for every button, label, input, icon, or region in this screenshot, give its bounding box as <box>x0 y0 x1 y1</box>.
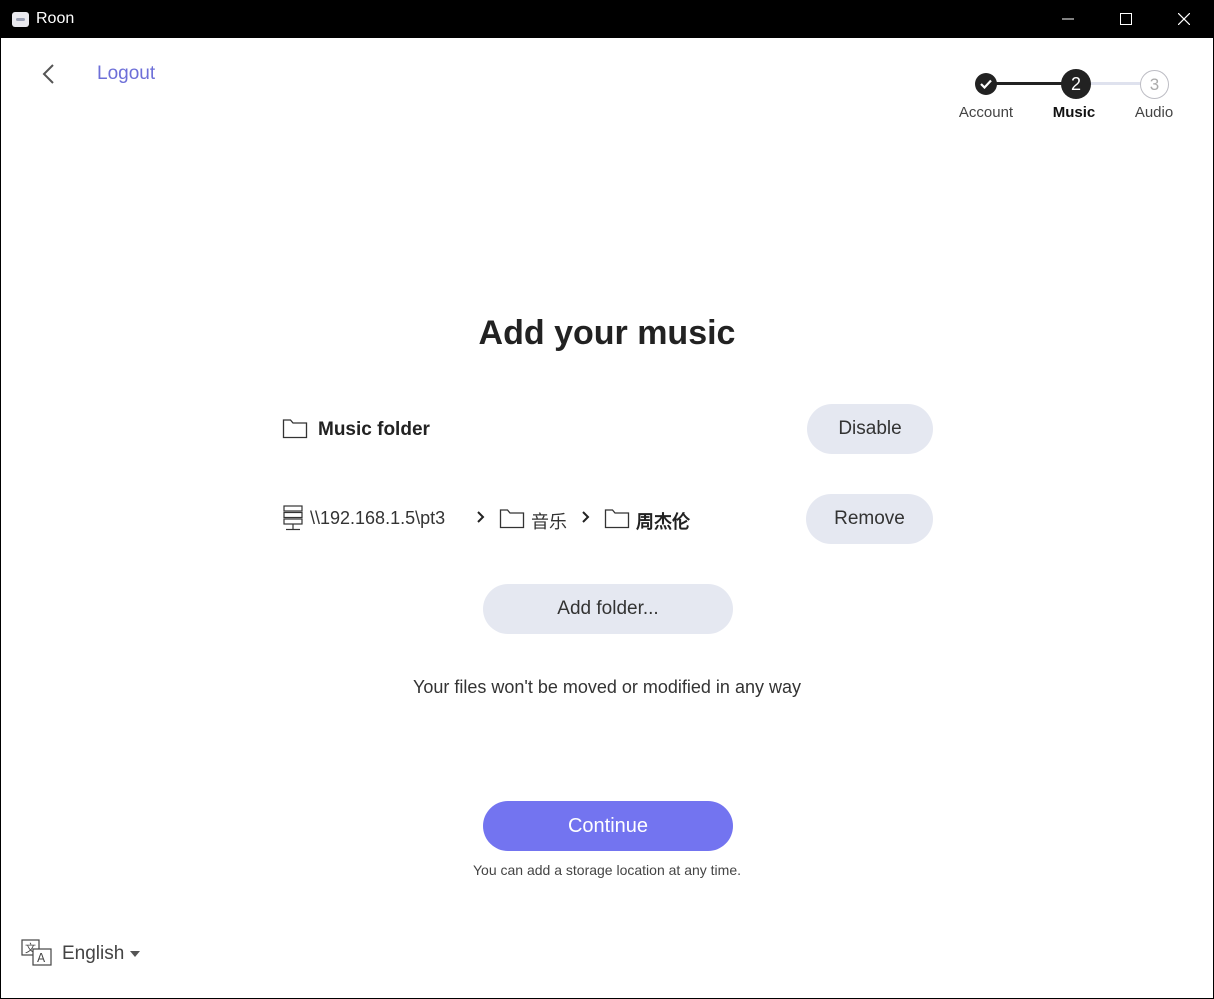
chevron-right-icon <box>477 511 485 523</box>
remove-button[interactable]: Remove <box>806 494 933 544</box>
storage-note: You can add a storage location at any ti… <box>473 862 741 878</box>
folder-icon <box>282 419 308 439</box>
minimize-button[interactable] <box>1039 1 1097 38</box>
stepper-line-done <box>988 82 1063 85</box>
language-selector[interactable]: English <box>62 943 124 965</box>
step-audio-dot: 3 <box>1140 70 1169 99</box>
roon-app-icon <box>12 12 29 27</box>
svg-text:A: A <box>37 951 46 965</box>
folder-icon <box>604 509 630 529</box>
network-drive-icon <box>283 505 303 531</box>
back-button[interactable] <box>37 61 63 87</box>
music-folder-row <box>282 417 308 443</box>
network-path-label: \\192.168.1.5\pt3 <box>310 508 446 528</box>
page-title: Add your music <box>478 314 736 352</box>
logout-link[interactable]: Logout <box>97 63 155 85</box>
path-folder-music-label: 音乐 <box>531 512 567 532</box>
continue-button[interactable]: Continue <box>483 801 733 851</box>
close-icon <box>1178 13 1190 25</box>
app-window: Roon Logout 2 3 Account Music Audio Add … <box>0 0 1214 999</box>
translate-icon: 文 A <box>21 939 52 966</box>
checkmark-icon <box>980 79 992 89</box>
disable-button[interactable]: Disable <box>807 404 933 454</box>
setup-stepper: 2 3 Account Music Audio <box>951 69 1191 131</box>
files-note: Your files won't be moved or modified in… <box>413 677 801 697</box>
step-account-label: Account <box>958 104 1014 121</box>
caret-down-icon[interactable] <box>130 951 140 957</box>
network-path-row: \\192.168.1.5\pt3 音乐 周杰伦 <box>281 505 781 533</box>
maximize-button[interactable] <box>1097 1 1155 38</box>
step-music-label: Music <box>1052 104 1096 121</box>
title-bar: Roon <box>1 1 1213 38</box>
step-music-dot: 2 <box>1061 69 1091 99</box>
close-button[interactable] <box>1155 1 1213 38</box>
add-folder-button[interactable]: Add folder... <box>483 584 733 634</box>
folder-icon <box>499 509 525 529</box>
window-title: Roon <box>36 10 75 27</box>
chevron-left-icon <box>42 64 54 84</box>
step-audio-label: Audio <box>1134 104 1174 121</box>
music-folder-label: Music folder <box>318 419 430 440</box>
maximize-icon <box>1120 13 1132 25</box>
minimize-icon <box>1062 18 1074 20</box>
chevron-right-icon <box>582 511 590 523</box>
step-account-dot <box>975 73 997 95</box>
path-folder-artist-label: 周杰伦 <box>636 512 690 532</box>
